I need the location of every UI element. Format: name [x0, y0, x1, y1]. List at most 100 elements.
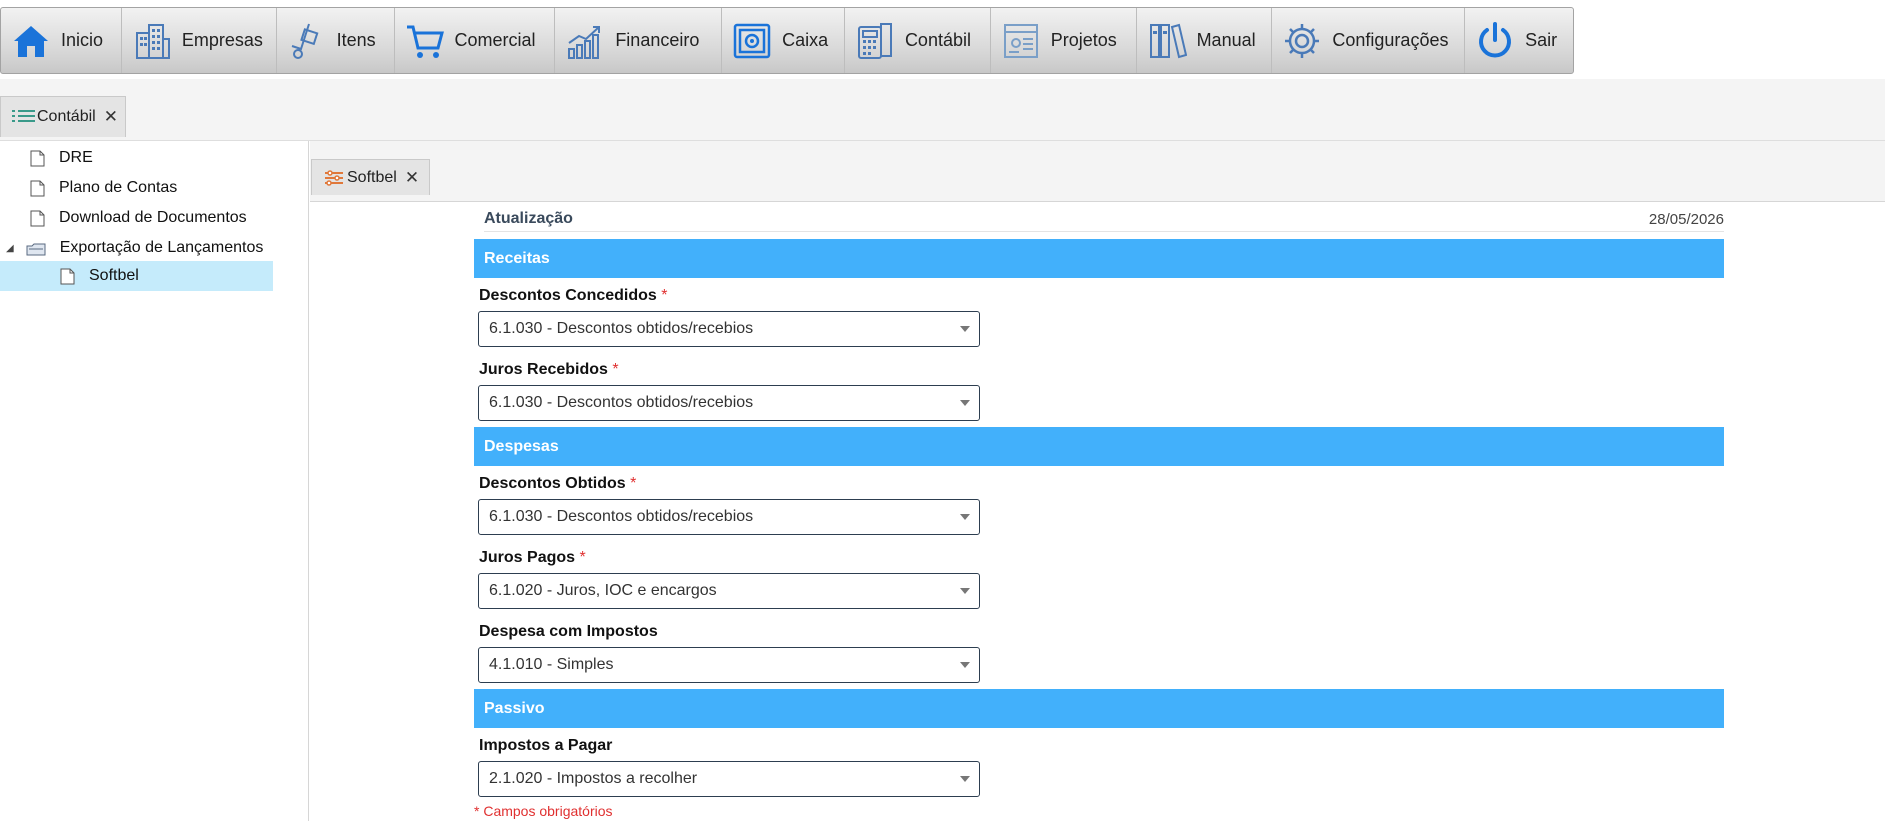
menu-label: Contábil	[904, 30, 971, 50]
menu-sair[interactable]: Sair	[1465, 8, 1573, 73]
update-row: Atualização 28/05/2026	[484, 210, 1724, 232]
select-value: 6.1.020 - Juros, IOC e encargos	[489, 582, 717, 599]
update-date: 28/05/2026	[1648, 211, 1724, 228]
tree-expander-icon[interactable]: ◢	[6, 243, 14, 254]
tab-softbel[interactable]: Softbel ✕	[311, 159, 430, 195]
section-receitas: Receitas	[474, 239, 1724, 278]
descontos-obtidos-select[interactable]: 6.1.030 - Descontos obtidos/recebios	[478, 499, 980, 535]
binders-icon	[1149, 23, 1187, 58]
menu-label: Financeiro	[615, 30, 700, 50]
tab-label: Softbel	[347, 168, 397, 186]
dropdown-caret-icon	[960, 326, 970, 332]
dropdown-caret-icon	[960, 514, 970, 520]
menu-label: Comercial	[454, 30, 536, 50]
required-fields-note: * Campos obrigatórios	[474, 803, 613, 819]
top-navigation: Inicio Empresas Itens Comercial Financei…	[0, 0, 1885, 79]
label-text: Impostos a Pagar	[479, 737, 613, 754]
document-icon	[30, 180, 45, 196]
tree-item-exportacao[interactable]: ◢ Exportação de Lançamentos	[6, 234, 263, 262]
menu-label: Manual	[1196, 30, 1256, 50]
tab-contabil[interactable]: Contábil ✕	[0, 96, 126, 137]
label-text: Descontos Concedidos	[479, 287, 657, 304]
descontos-concedidos-select[interactable]: 6.1.030 - Descontos obtidos/recebios	[478, 311, 980, 347]
document-icon	[60, 268, 75, 284]
blueprint-icon	[1003, 23, 1038, 58]
folder-icon	[26, 243, 46, 255]
menu-inicio[interactable]: Inicio	[1, 8, 122, 73]
required-mark: *	[661, 287, 668, 304]
label-text: Juros Pagos	[479, 549, 576, 566]
calculator-icon	[857, 22, 892, 59]
growth-chart-icon	[568, 25, 601, 59]
impostos-pagar-select[interactable]: 2.1.020 - Impostos a recolher	[478, 761, 980, 797]
label-text: Juros Recebidos	[479, 361, 608, 378]
sidebar-tree: DRE Plano de Contas Download de Document…	[0, 141, 309, 821]
tree-item-label: Plano de Contas	[59, 179, 178, 196]
list-icon	[12, 110, 35, 122]
safe-icon	[733, 23, 771, 58]
dropdown-caret-icon	[960, 776, 970, 782]
tree-item-plano-de-contas[interactable]: Plano de Contas	[30, 174, 177, 202]
home-icon	[14, 25, 48, 57]
update-label: Atualização	[484, 210, 573, 227]
field-label-juros-recebidos: Juros Recebidos *	[479, 361, 619, 379]
menu-itens[interactable]: Itens	[277, 8, 395, 73]
required-mark: *	[630, 475, 637, 492]
shopping-cart-icon	[406, 25, 444, 58]
tree-item-dre[interactable]: DRE	[30, 144, 93, 172]
page-tab-strip: Softbel ✕	[310, 141, 1885, 202]
menu-comercial[interactable]: Comercial	[395, 8, 556, 73]
document-icon	[30, 150, 45, 166]
menu-empresas[interactable]: Empresas	[122, 8, 277, 73]
menu-label: Caixa	[782, 30, 829, 50]
required-mark: *	[579, 549, 586, 566]
tree-item-label: DRE	[59, 149, 93, 166]
menu-label: Itens	[336, 30, 376, 50]
juros-recebidos-select[interactable]: 6.1.030 - Descontos obtidos/recebios	[478, 385, 980, 421]
field-label-impostos-pagar: Impostos a Pagar	[479, 737, 612, 755]
tree-item-softbel[interactable]: Softbel	[0, 261, 273, 291]
sliders-icon	[325, 169, 343, 186]
label-text: Descontos Obtidos	[479, 475, 626, 492]
close-icon[interactable]: ✕	[405, 168, 419, 188]
tree-item-label: Exportação de Lançamentos	[59, 239, 264, 256]
menu-financeiro[interactable]: Financeiro	[555, 8, 723, 73]
document-icon	[30, 210, 45, 226]
despesa-impostos-select[interactable]: 4.1.010 - Simples	[478, 647, 980, 683]
dropdown-caret-icon	[960, 400, 970, 406]
select-value: 2.1.020 - Impostos a recolher	[489, 770, 698, 787]
menu-manual[interactable]: Manual	[1137, 8, 1273, 73]
field-label-descontos-concedidos: Descontos Concedidos *	[479, 287, 668, 305]
power-icon	[1479, 21, 1512, 57]
required-mark: *	[612, 361, 619, 378]
juros-pagos-select[interactable]: 6.1.020 - Juros, IOC e encargos	[478, 573, 980, 609]
close-icon[interactable]: ✕	[104, 107, 118, 127]
menu-label: Empresas	[181, 30, 263, 50]
menu-label: Projetos	[1050, 30, 1117, 50]
select-value: 6.1.030 - Descontos obtidos/recebios	[489, 394, 754, 411]
menu-label: Inicio	[61, 30, 104, 50]
hand-truck-icon	[291, 23, 319, 59]
gear-icon	[1285, 23, 1320, 58]
menu-caixa[interactable]: Caixa	[722, 8, 845, 73]
menu-projetos[interactable]: Projetos	[991, 8, 1137, 73]
menu-contabil[interactable]: Contábil	[845, 8, 991, 73]
label-text: Despesa com Impostos	[479, 623, 658, 640]
field-label-despesa-impostos: Despesa com Impostos	[479, 623, 658, 641]
tree-item-download-documentos[interactable]: Download de Documentos	[30, 204, 247, 232]
menu-configuracoes[interactable]: Configurações	[1272, 8, 1466, 73]
dropdown-caret-icon	[960, 662, 970, 668]
select-value: 6.1.030 - Descontos obtidos/recebios	[489, 320, 754, 337]
section-passivo: Passivo	[474, 689, 1724, 728]
select-value: 6.1.030 - Descontos obtidos/recebios	[489, 508, 754, 525]
field-label-juros-pagos: Juros Pagos *	[479, 549, 586, 567]
buildings-icon	[135, 23, 170, 59]
main-menu-bar: Inicio Empresas Itens Comercial Financei…	[0, 7, 1574, 74]
section-despesas: Despesas	[474, 427, 1724, 466]
softbel-form: Atualização 28/05/2026 Receitas Desconto…	[310, 202, 1885, 821]
select-value: 4.1.010 - Simples	[489, 656, 614, 673]
menu-label: Configurações	[1332, 30, 1449, 50]
module-tab-strip: Contábil ✕	[0, 79, 1885, 141]
tree-item-label: Softbel	[89, 267, 139, 284]
menu-label: Sair	[1525, 30, 1558, 50]
